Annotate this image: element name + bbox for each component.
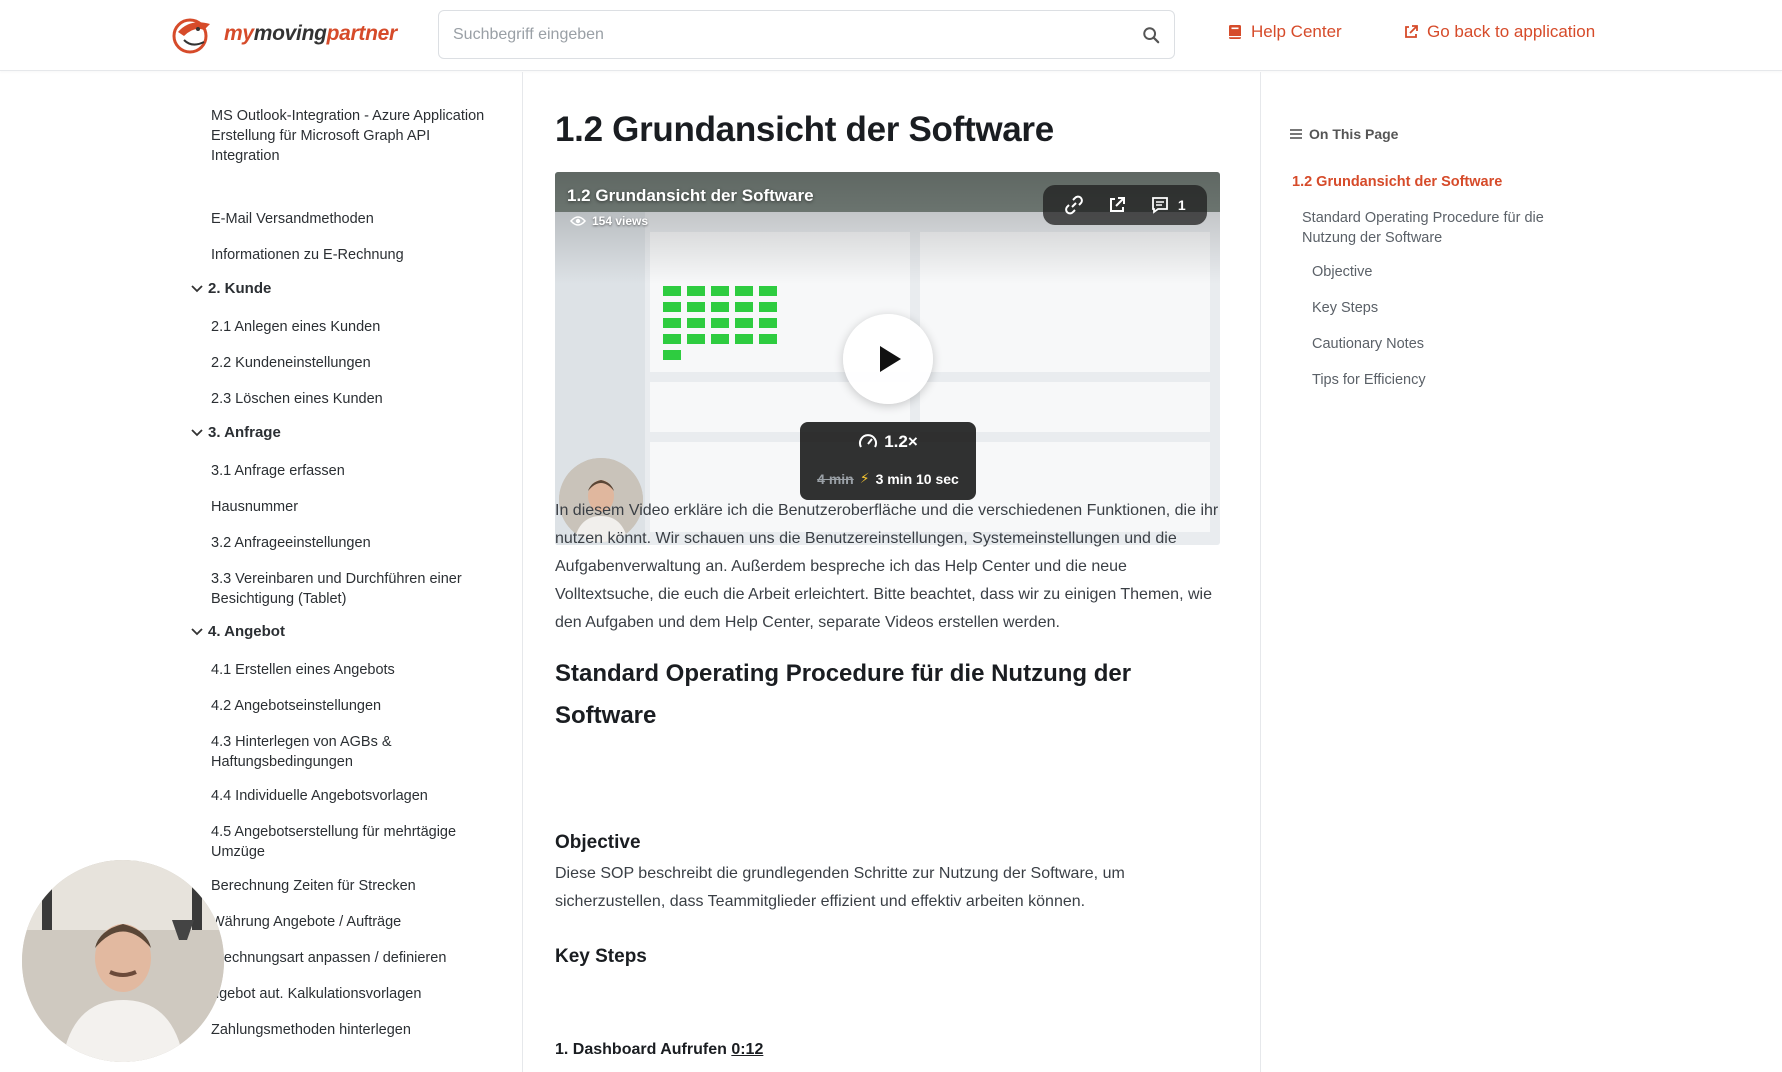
external-link-icon: [1405, 25, 1418, 38]
comments-button[interactable]: 1: [1150, 195, 1186, 215]
speed-times: 4 min ⚡ 3 min 10 sec: [800, 470, 976, 487]
chevron-down-icon: [191, 627, 203, 635]
sidebar-item-mehrtaegige-umzuege[interactable]: 4.5 Angebotserstellung für mehrtägige Um…: [190, 822, 470, 862]
toc-item-grundansicht[interactable]: 1.2 Grundansicht der Software: [1292, 172, 1502, 192]
play-icon: [880, 346, 901, 372]
video-views: 154 views: [570, 214, 648, 228]
speed-overlay[interactable]: 1.2× 4 min ⚡ 3 min 10 sec: [800, 422, 976, 500]
sidebar-section-angebot[interactable]: 4. Angebot: [190, 623, 285, 640]
page-title: 1.2 Grundansicht der Software: [555, 110, 1054, 149]
sidebar-item-angebotsvorlagen[interactable]: 4.4 Individuelle Angebotsvorlagen: [190, 786, 428, 806]
speed-icon: [859, 434, 878, 448]
toc-heading: On This Page: [1289, 126, 1398, 142]
sidebar-item-ms-outlook[interactable]: MS Outlook-Integration - Azure Applicati…: [190, 106, 490, 166]
original-duration: 4 min: [817, 470, 854, 487]
sidebar-item-kunde-anlegen[interactable]: 2.1 Anlegen eines Kunden: [190, 317, 380, 337]
intro-paragraph: In diesem Video erkläre ich die Benutzer…: [555, 502, 1219, 631]
video-title: 1.2 Grundansicht der Software: [567, 186, 814, 205]
video-views-count: 154 views: [592, 214, 649, 228]
logo-icon: [172, 18, 210, 54]
objective-text: Diese SOP beschreibt die grundlegenden S…: [555, 865, 1125, 910]
sidebar-item-kundeneinstellungen[interactable]: 2.2 Kundeneinstellungen: [190, 353, 371, 373]
sidebar-item-email-methods[interactable]: E-Mail Versandmethoden: [190, 209, 374, 229]
search-box[interactable]: [438, 10, 1175, 59]
logo-text: mymovingpartner: [224, 22, 397, 45]
comment-icon: [1151, 197, 1168, 214]
step-1: 1. Dashboard Aufrufen 0:12: [555, 1041, 763, 1059]
sidebar-item-abrechnungsart[interactable]: brechnungsart anpassen / definieren: [190, 948, 446, 968]
link-icon[interactable]: [1064, 195, 1084, 215]
chevron-down-icon: [191, 284, 203, 292]
sidebar-item-anfrageeinstellungen[interactable]: 3.2 Anfrageeinstellungen: [190, 533, 371, 553]
sop-heading: Standard Operating Procedure für die Nut…: [555, 660, 1132, 729]
sidebar-item-e-rechnung[interactable]: Informationen zu E-Rechnung: [190, 245, 404, 265]
sped-up-duration: 3 min 10 sec: [875, 470, 959, 487]
external-link-icon[interactable]: [1107, 195, 1127, 215]
toc-item-tips[interactable]: Tips for Efficiency: [1312, 370, 1426, 390]
step-1-label: 1. Dashboard Aufrufen: [555, 1041, 727, 1058]
video-toolbar: 1: [1043, 185, 1207, 225]
search-input[interactable]: [453, 25, 1142, 44]
go-back-link[interactable]: Go back to application: [1403, 22, 1595, 42]
presenter-camera-bubble[interactable]: [22, 860, 224, 1062]
video-player[interactable]: 1.2 Grundansicht der Software 154 views …: [555, 172, 1220, 545]
toc-heading-label: On This Page: [1309, 126, 1399, 142]
presenter-image: [22, 860, 224, 1062]
sidebar-item-angebot-erstellen[interactable]: 4.1 Erstellen eines Angebots: [190, 660, 395, 680]
step-1-timestamp[interactable]: 0:12: [731, 1041, 763, 1058]
toc-item-key-steps[interactable]: Key Steps: [1312, 298, 1378, 318]
sidebar-item-kalkulationsvorlagen[interactable]: ngebot aut. Kalkulationsvorlagen: [190, 984, 421, 1004]
sidebar-item-agbs[interactable]: 4.3 Hinterlegen von AGBs & Haftungsbedin…: [190, 732, 420, 772]
sidebar-item-anfrage-erfassen[interactable]: 3.1 Anfrage erfassen: [190, 461, 345, 481]
sidebar-item-besichtigung[interactable]: 3.3 Vereinbaren und Durchführen einer Be…: [190, 569, 490, 609]
lightning-icon: ⚡: [859, 470, 870, 486]
top-header: mymovingpartner Help Center Go back to a…: [0, 0, 1782, 71]
sidebar-section-label: 4. Angebot: [208, 623, 285, 640]
book-icon: [1229, 25, 1241, 39]
sidebar-item-zahlungsmethoden[interactable]: Zahlungsmethoden hinterlegen: [190, 1020, 411, 1040]
eye-icon: [570, 216, 586, 226]
sidebar-section-kunde[interactable]: 2. Kunde: [190, 280, 271, 297]
sidebar-item-angebotseinstellungen[interactable]: 4.2 Angebotseinstellungen: [190, 696, 381, 716]
menu-icon: [1290, 129, 1302, 139]
play-button[interactable]: [843, 314, 933, 404]
key-steps-heading: Key Steps: [555, 946, 647, 967]
help-center-link[interactable]: Help Center: [1227, 22, 1342, 42]
search-icon[interactable]: [1142, 26, 1160, 44]
sidebar-section-label: 2. Kunde: [208, 280, 272, 297]
toc-item-objective[interactable]: Objective: [1312, 262, 1372, 282]
toc-item-cautionary-notes[interactable]: Cautionary Notes: [1312, 334, 1424, 354]
go-back-label: Go back to application: [1427, 22, 1596, 41]
sidebar-item-zeiten-strecken[interactable]: Berechnung Zeiten für Strecken: [190, 876, 416, 896]
sidebar-section-label: 3. Anfrage: [208, 424, 281, 441]
logo[interactable]: mymovingpartner: [170, 14, 397, 54]
speed-rate: 1.2×: [800, 432, 976, 452]
chevron-down-icon: [191, 428, 203, 436]
toc-item-sop[interactable]: Standard Operating Procedure für die Nut…: [1302, 208, 1572, 248]
comments-count: 1: [1177, 197, 1186, 213]
help-center-label: Help Center: [1251, 22, 1342, 41]
sidebar-item-hausnummer[interactable]: Hausnummer: [190, 497, 298, 517]
speed-rate-value: 1.2×: [884, 432, 918, 451]
objective-heading: Objective: [555, 832, 641, 853]
sidebar-item-kunde-loeschen[interactable]: 2.3 Löschen eines Kunden: [190, 389, 383, 409]
table-of-contents: On This Page 1.2 Grundansicht der Softwa…: [1260, 72, 1782, 1072]
sidebar-section-anfrage[interactable]: 3. Anfrage: [190, 424, 281, 441]
sidebar-item-waehrung[interactable]: Währung Angebote / Aufträge: [190, 912, 401, 932]
